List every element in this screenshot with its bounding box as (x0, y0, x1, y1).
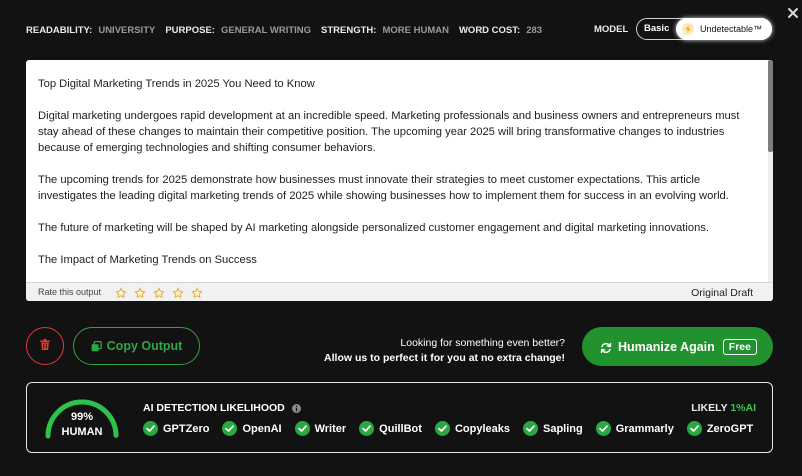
rating-stars (115, 286, 203, 298)
humanize-again-button[interactable]: Humanize Again Free (582, 327, 773, 366)
readability-label: READABILITY: (26, 24, 93, 36)
info-icon[interactable] (291, 403, 301, 413)
model-label: MODEL (594, 24, 629, 35)
detector-name: Grammarly (615, 422, 674, 435)
detector-sapling: Sapling (522, 421, 583, 436)
strength-label: STRENGTH: (321, 24, 377, 36)
detector-name: GPTZero (163, 422, 210, 435)
readability-value: UNIVERSITY (98, 24, 156, 36)
output-panel: Top Digital Marketing Trends in 2025 You… (26, 60, 773, 301)
detection-title: AI DETECTION LIKELIHOOD (143, 402, 301, 414)
detector-name: ZeroGPT (706, 422, 754, 435)
upsell-line-1: Looking for something even better? (400, 337, 565, 349)
output-paragraph: The Impact of Marketing Trends on Succes… (38, 254, 257, 266)
word-cost-label: WORD COST: (458, 24, 521, 36)
output-paragraph: Top Digital Marketing Trends in 2025 You… (38, 78, 315, 90)
check-circle-icon (434, 421, 450, 436)
output-footer: Rate this output Original Draft (26, 282, 773, 301)
star-icon[interactable] (115, 286, 127, 298)
check-circle-icon (522, 421, 538, 436)
likely-ai-value: 1%AI (730, 402, 756, 414)
gauge-label: HUMAN (61, 426, 103, 438)
detector-grammarly: Grammarly (595, 421, 674, 436)
model-option-basic[interactable]: Basic (644, 23, 669, 34)
rate-output-label: Rate this output (38, 287, 102, 297)
detection-title-text: AI DETECTION LIKELIHOOD (143, 402, 285, 414)
free-badge: Free (722, 338, 757, 355)
detector-name: Sapling (542, 422, 583, 435)
detector-quillbot: QuillBot (359, 421, 422, 436)
output-meta-bar: READABILITY: UNIVERSITY PURPOSE: GENERAL… (26, 23, 552, 37)
humanize-again-label: Humanize Again (618, 339, 715, 354)
model-option-undetectable[interactable]: Undetectable™ (676, 18, 772, 40)
scrollbar-thumb[interactable] (768, 60, 773, 152)
output-text[interactable]: Top Digital Marketing Trends in 2025 You… (38, 76, 760, 282)
detector-openai: OpenAI (222, 421, 282, 436)
purpose-label: PURPOSE: (165, 24, 215, 36)
output-paragraph: The upcoming trends for 2025 demonstrate… (38, 174, 729, 202)
check-circle-icon (595, 421, 611, 436)
check-circle-icon (359, 421, 375, 436)
detector-name: Copyleaks (454, 422, 510, 435)
detector-name: QuillBot (379, 422, 422, 435)
copy-output-label: Copy Output (106, 339, 183, 353)
copy-icon (91, 340, 102, 352)
output-scrollbar[interactable] (768, 60, 773, 282)
check-circle-icon (143, 421, 158, 436)
detector-gptzero: GPTZero (143, 421, 209, 436)
close-icon[interactable] (785, 5, 801, 21)
model-option-undetectable-label: Undetectable™ (700, 24, 763, 34)
detector-list: GPTZero OpenAI Writer QuillBot Copyleaks… (143, 421, 753, 436)
check-circle-icon (294, 421, 310, 436)
likely-label: LIKELY (691, 402, 728, 414)
detector-name: Writer (314, 422, 347, 435)
copy-output-button[interactable]: Copy Output (73, 327, 200, 365)
gauge-percent: 99% (70, 411, 94, 423)
detector-copyleaks: Copyleaks (434, 421, 510, 436)
star-icon[interactable] (153, 286, 165, 298)
refresh-icon (600, 341, 612, 353)
check-circle-icon (686, 421, 702, 436)
word-cost-value: 283 (526, 24, 543, 36)
star-icon[interactable] (172, 286, 184, 298)
check-circle-icon (222, 421, 238, 436)
detector-writer: Writer (294, 421, 347, 436)
output-paragraph: The future of marketing will be shaped b… (38, 222, 710, 234)
lightning-icon (682, 23, 694, 35)
trash-icon (40, 337, 50, 355)
original-draft-link[interactable]: Original Draft (691, 287, 753, 299)
output-paragraph: Digital marketing undergoes rapid develo… (38, 110, 740, 154)
star-icon[interactable] (134, 286, 146, 298)
upsell-message: Looking for something even better? Allow… (324, 336, 565, 366)
strength-value: MORE HUMAN (382, 24, 449, 36)
likely-ai-result: LIKELY 1%AI (691, 402, 756, 414)
purpose-value: GENERAL WRITING (220, 24, 312, 36)
detector-name: OpenAI (242, 422, 282, 435)
ai-detection-panel: 99% HUMAN AI DETECTION LIKELIHOOD LIKELY… (26, 382, 773, 453)
upsell-line-2: Allow us to perfect it for you at no ext… (324, 352, 565, 364)
delete-button[interactable] (26, 327, 64, 365)
detector-zerogpt: ZeroGPT (686, 421, 754, 436)
star-icon[interactable] (191, 286, 203, 298)
model-toggle[interactable]: Basic Undetectable™ (636, 18, 772, 40)
